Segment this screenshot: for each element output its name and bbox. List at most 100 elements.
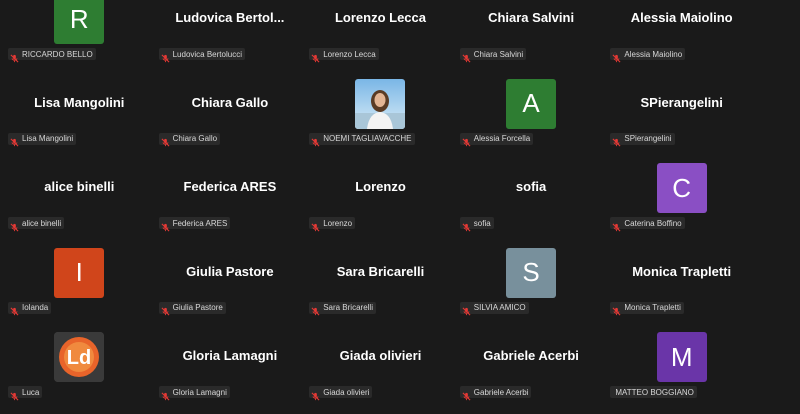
participant-name-text: alice binelli [22,218,62,228]
participant-avatar: R [54,0,105,44]
participant-name-label: RICCARDO BELLO [8,48,96,62]
participant-display-name: Federica ARES [183,179,277,195]
muted-mic-icon [612,50,621,62]
participant-tile[interactable]: C Caterina Boffino [606,147,757,232]
svg-text:Ld: Ld [67,347,91,369]
participant-name-label: Alessia Forcella [459,132,534,147]
participant-name-text: Monica Trapletti [624,303,681,313]
participant-name-label: alice binelli [8,217,65,232]
participant-name-label: Federica ARES [158,217,231,232]
participant-display-name: Sara Bricarelli [336,263,425,279]
participant-display-name: Lorenzo [355,179,406,195]
participant-tile[interactable]: Ld Luca [4,316,155,401]
participant-name-label: Alessia Maiolino [610,48,686,62]
participant-name-text: Lorenzo [323,218,353,228]
participant-name-label: Chiara Gallo [158,132,221,147]
participant-gallery: R RICCARDO BELLO Ludovica Bertol... Ludovic… [0,0,800,414]
participant-tile[interactable]: I Iolanda [4,231,155,317]
participant-name-text: Iolanda [22,303,49,313]
participant-name-label: MATTEO BOGGIANO [610,386,697,399]
participant-name-text: Alessia Maiolino [624,49,683,59]
participant-name-label: Luca [8,386,43,401]
participant-tile[interactable]: M MATTEO BOGGIANO [606,316,757,401]
participant-name-label: NOEMI TAGLIAVACCHE [309,132,415,147]
participant-name-label: sofia [459,217,494,232]
participant-name-text: Giada olivieri [323,387,370,397]
muted-mic-icon [612,219,621,232]
muted-mic-icon [161,303,170,316]
participant-tile[interactable]: Lorenzo Lecca Lorenzo Lecca [305,0,456,63]
participant-name-text: Alessia Forcella [473,134,531,144]
participant-name-label: Lorenzo [309,217,356,232]
participant-name-text: Luca [22,387,40,397]
participant-display-name: Gloria Lamagni [182,348,278,364]
participant-display-name: Chiara Salvini [488,10,575,25]
participant-name-label: Lorenzo Lecca [309,48,379,62]
participant-tile[interactable]: Lisa Mangolini Lisa Mangolini [4,62,155,148]
muted-mic-icon [462,219,471,232]
participant-name-text: sofia [473,218,491,228]
participant-display-name: Lisa Mangolini [34,94,125,110]
participant-display-name: Alessia Maiolino [630,10,733,25]
participant-tile[interactable]: Gabriele Acerbi Gabriele Acerbi [455,316,607,401]
participant-logo-ld: Ld [54,332,105,383]
muted-mic-icon [311,219,320,232]
participant-name-text: Federica ARES [172,218,228,228]
muted-mic-icon [462,134,471,147]
participant-tile[interactable]: Chiara Gallo Chiara Gallo [154,62,306,148]
participant-avatar: A [506,78,557,129]
participant-tile[interactable]: Giulia Pastore Giulia Pastore [154,231,306,317]
participant-name-text: Gabriele Acerbi [473,387,529,397]
participant-tile[interactable]: R RICCARDO BELLO [4,0,155,63]
participant-name-text: Giulia Pastore [172,303,223,313]
participant-display-name: Chiara Gallo [191,94,269,110]
participant-tile[interactable]: Chiara Salvini Chiara Salvini [455,0,607,63]
participant-name-text: SILVIA AMICO [473,303,526,313]
participant-name-text: Chiara Gallo [172,134,218,144]
gallery-grid: R RICCARDO BELLO Ludovica Bertol... Ludovic… [4,0,764,414]
muted-mic-icon [161,219,170,232]
muted-mic-icon [10,134,19,147]
participant-tile[interactable]: Lorenzo Lorenzo [305,147,456,232]
participant-tile[interactable]: Giada olivieri Giada olivieri [305,316,456,401]
participant-name-label: Gabriele Acerbi [459,386,532,401]
muted-mic-icon [311,50,320,62]
participant-tile[interactable]: NOEMI TAGLIAVACCHE [305,62,456,148]
participant-tile[interactable]: Sara Bricarelli Sara Bricarelli [305,231,456,317]
participant-name-text: Sara Bricarelli [323,303,373,313]
participant-name-label: Iolanda [8,301,52,316]
muted-mic-icon [161,50,170,62]
participant-name-label: SILVIA AMICO [459,301,529,316]
muted-mic-icon [311,134,320,147]
participant-avatar: C [656,163,707,214]
participant-display-name: Lorenzo Lecca [334,10,426,25]
participant-name-text: SPierangelini [624,134,672,144]
participant-tile[interactable]: Ludovica Bertol... Ludovica Bertolucci [154,0,306,63]
muted-mic-icon [10,303,19,316]
participant-name-label: Giulia Pastore [158,301,226,316]
participant-photo [355,78,406,129]
muted-mic-icon [311,303,320,316]
participant-name-label: Sara Bricarelli [309,301,376,316]
participant-tile[interactable]: Federica ARES Federica ARES [154,147,306,232]
participant-tile[interactable]: S SILVIA AMICO [455,231,607,317]
participant-tile[interactable]: SPierangelini SPierangelini [606,62,757,148]
muted-mic-icon [612,303,621,316]
muted-mic-icon [462,303,471,316]
participant-display-name: Giada olivieri [339,348,422,364]
muted-mic-icon [462,50,471,62]
participant-tile[interactable]: alice binelli alice binelli [4,147,155,232]
participant-name-label: Ludovica Bertolucci [158,48,245,62]
participant-tile[interactable]: Alessia Maiolino Alessia Maiolino [606,0,757,63]
participant-tile[interactable]: sofia sofia [455,147,607,232]
participant-name-text: RICCARDO BELLO [22,49,93,59]
muted-mic-icon [161,134,170,147]
participant-tile[interactable]: Gloria Lamagni Gloria Lamagni [154,316,306,401]
participant-name-label: Giada olivieri [309,386,373,401]
participant-tile[interactable]: Monica Trapletti Monica Trapletti [606,231,757,317]
participant-tile[interactable]: A Alessia Forcella [455,62,607,148]
participant-display-name: Gabriele Acerbi [483,348,579,364]
muted-mic-icon [10,50,19,62]
muted-mic-icon [161,388,170,401]
muted-mic-icon [10,219,19,232]
